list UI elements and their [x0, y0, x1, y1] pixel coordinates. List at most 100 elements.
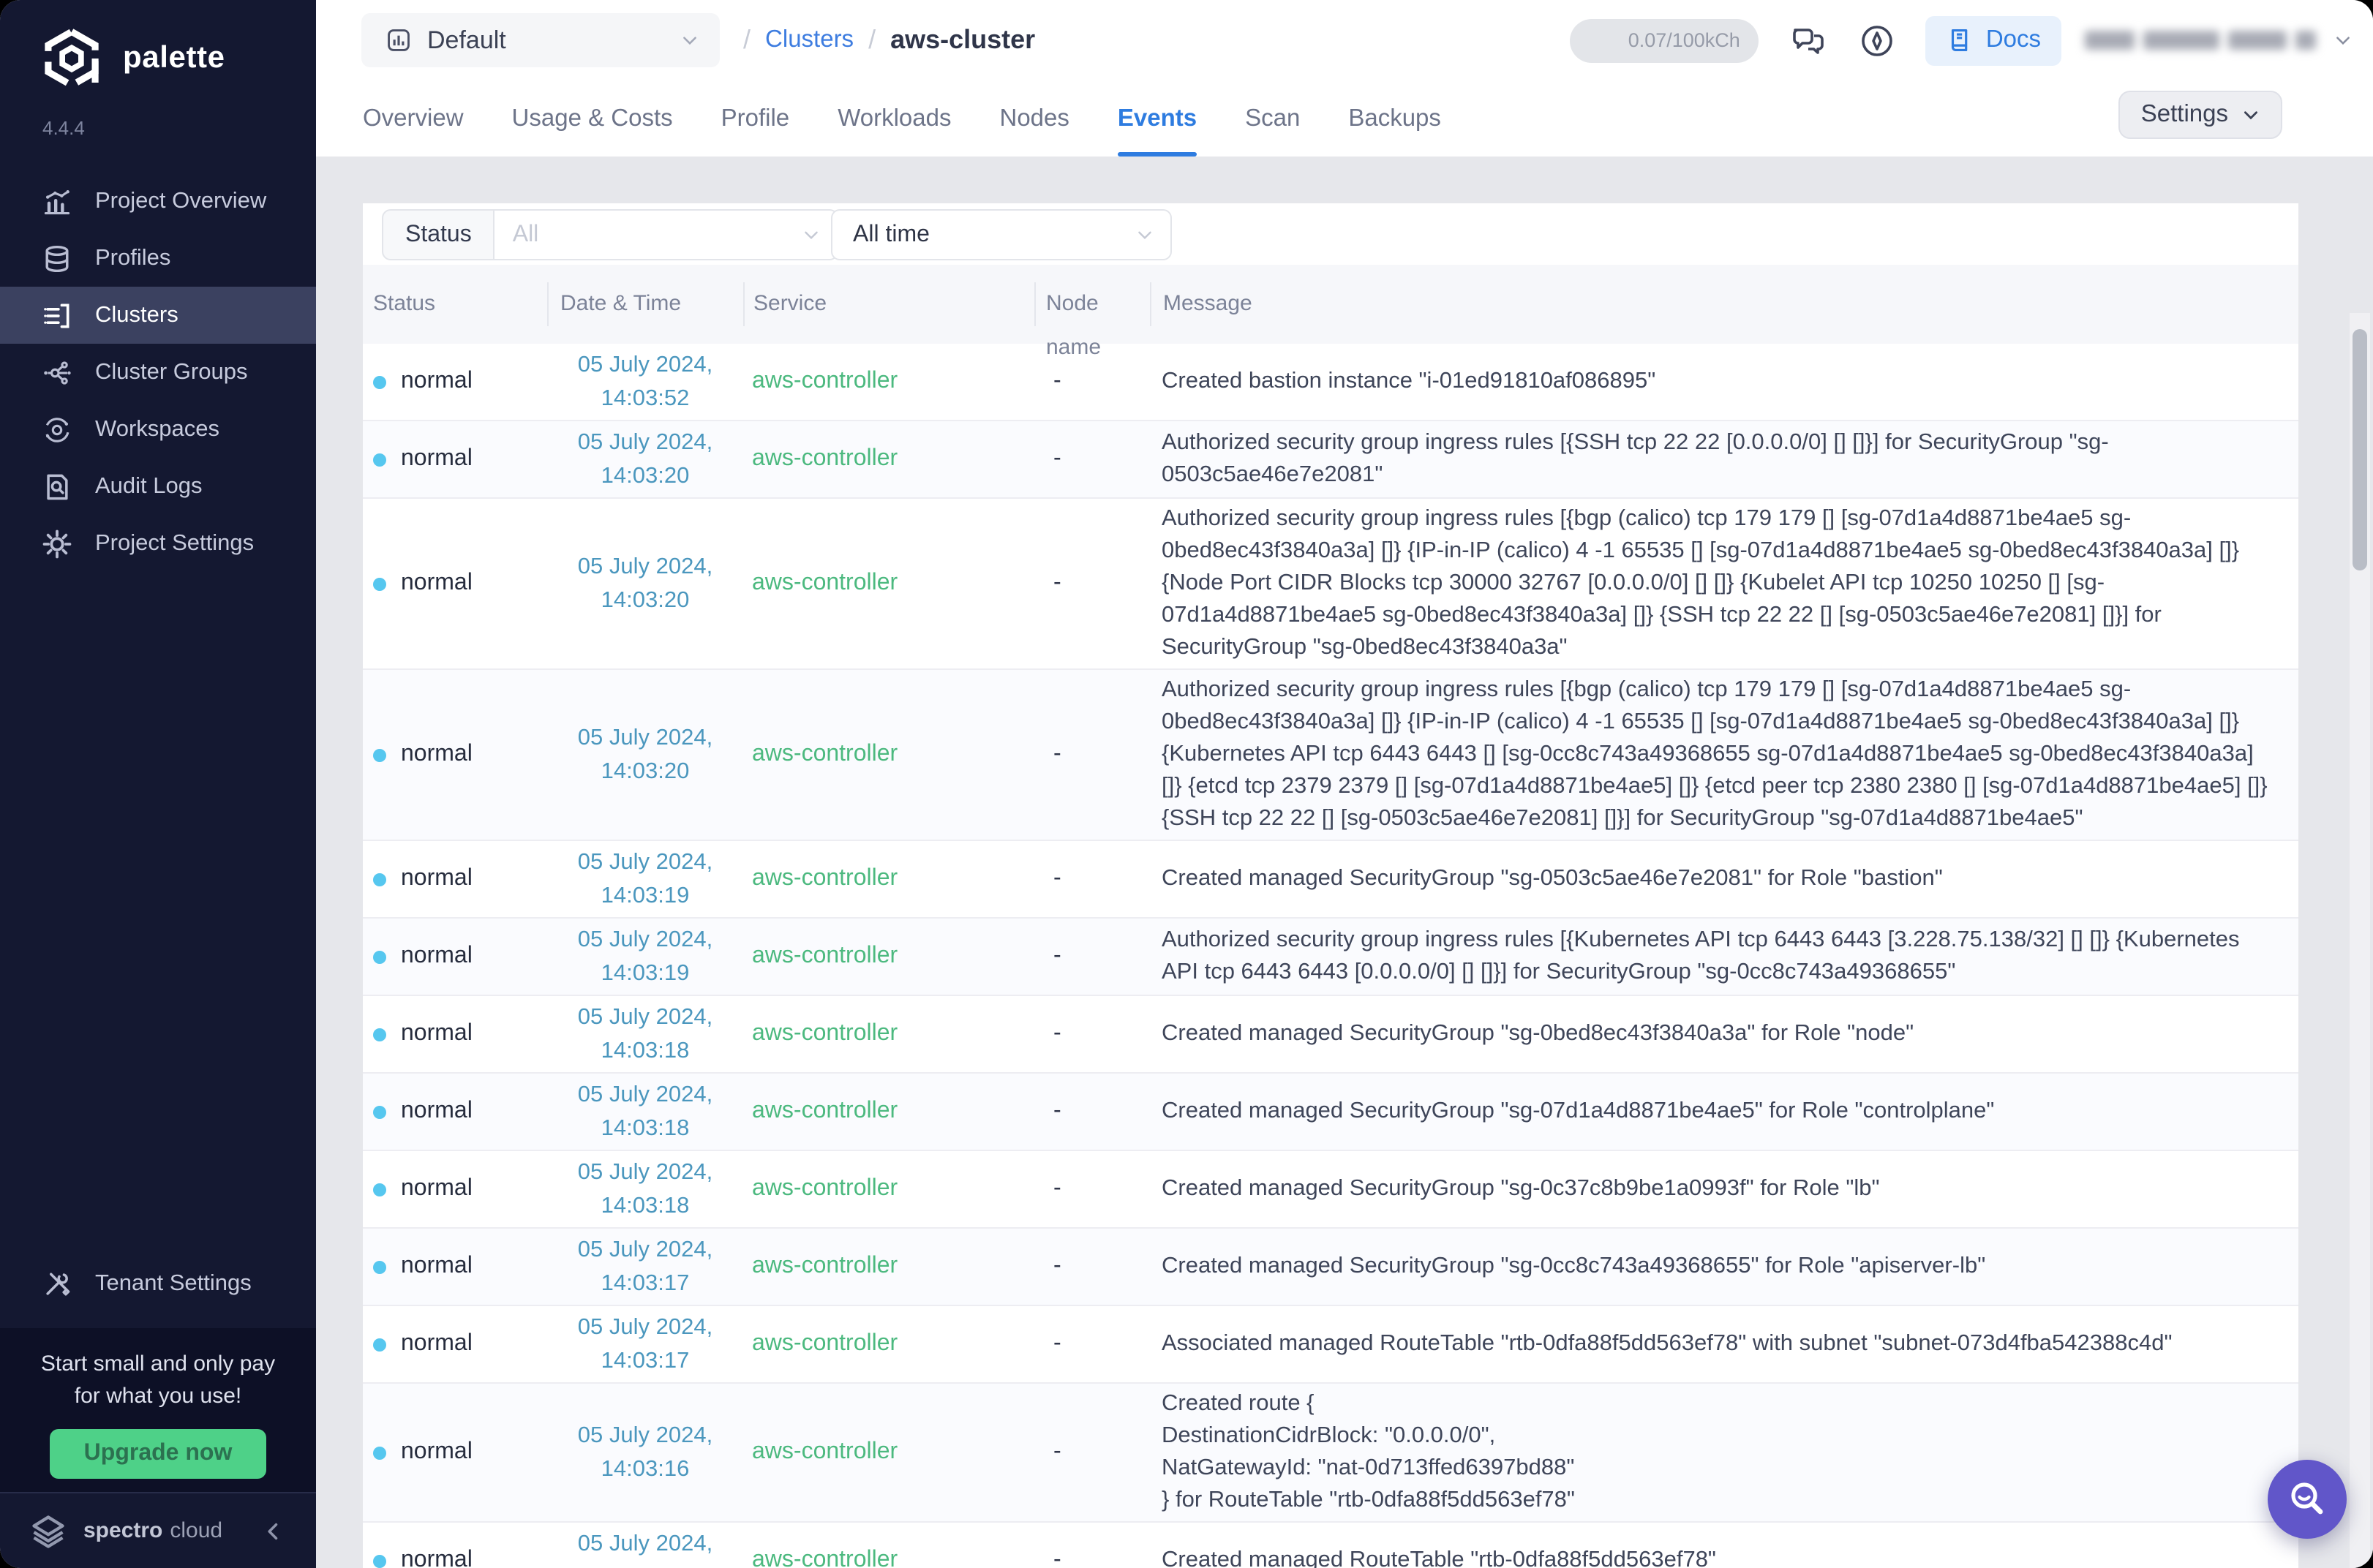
tab-backups[interactable]: Backups [1348, 80, 1441, 157]
sidebar-item-clusters[interactable]: Clusters [0, 287, 316, 344]
book-icon [1947, 26, 1974, 54]
sidebar-item-audit-logs[interactable]: Audit Logs [0, 458, 316, 515]
chat-icon[interactable] [1790, 21, 1828, 59]
date-time-cell: 05 July 2024, 14:03:17 [547, 1233, 743, 1300]
tab-overview[interactable]: Overview [363, 80, 464, 157]
tab-events[interactable]: Events [1118, 80, 1197, 157]
message-cell: Created managed SecurityGroup "sg-0c37c8… [1150, 1173, 2298, 1205]
message-cell: Authorized security group ingress rules … [1150, 503, 2298, 664]
message-cell: Created managed SecurityGroup "sg-07d1a4… [1150, 1096, 2298, 1128]
service-cell: aws-controller [743, 866, 1034, 892]
project-settings-icon [41, 527, 73, 559]
project-selector[interactable]: Default [361, 13, 720, 67]
message-cell: Authorized security group ingress rules … [1150, 924, 2298, 989]
app-version: 4.4.4 [42, 117, 85, 139]
service-cell: aws-controller [743, 1254, 1034, 1280]
sidebar-item-profiles[interactable]: Profiles [0, 230, 316, 287]
table-row: normal 05 July 2024, 14:03:17 aws-contro… [363, 1306, 2298, 1384]
message-cell: Created managed RouteTable "rtb-0dfa88f5… [1150, 1545, 2298, 1568]
time-range-select[interactable]: All time [831, 209, 1172, 260]
app: palette 4.4.4 Project Overview Profiles … [0, 0, 2373, 1568]
sidebar-collapse-icon[interactable] [263, 1520, 284, 1541]
project-overview-icon [41, 185, 73, 217]
scrollbar-thumb[interactable] [2353, 329, 2367, 570]
logo-text: palette [123, 41, 225, 76]
compass-icon[interactable] [1859, 21, 1897, 59]
tab-scan[interactable]: Scan [1245, 80, 1300, 157]
date-time-cell: 05 July 2024, 14:03:16 [547, 1527, 743, 1568]
status-value: normal [401, 1021, 473, 1047]
settings-button[interactable]: Settings [2119, 91, 2282, 139]
tab-workloads[interactable]: Workloads [838, 80, 951, 157]
message-cell: Authorized security group ingress rules … [1150, 427, 2298, 491]
table-row: normal 05 July 2024, 14:03:18 aws-contro… [363, 996, 2298, 1074]
status-value: normal [401, 866, 473, 892]
table-row: normal 05 July 2024, 14:03:19 aws-contro… [363, 919, 2298, 996]
tab-profile[interactable]: Profile [721, 80, 790, 157]
service-cell: aws-controller [743, 1098, 1034, 1125]
upsell-text: Start small and only pay for what you us… [0, 1349, 316, 1413]
node-name-cell: - [1034, 943, 1150, 970]
events-card: Status All time [363, 203, 2298, 1568]
table-row: normal 05 July 2024, 14:03:52 aws-contro… [363, 344, 2298, 421]
main-area: Default / Clusters / aws-cluster 0.07/10… [316, 0, 2373, 1568]
profiles-icon [41, 242, 73, 274]
message-cell: Created managed SecurityGroup "sg-0503c5… [1150, 863, 2298, 895]
status-filter-input[interactable] [513, 222, 761, 248]
date-time-cell: 05 July 2024, 14:03:16 [547, 1419, 743, 1486]
tab-nodes[interactable]: Nodes [1000, 80, 1069, 157]
sidebar-item-project-overview[interactable]: Project Overview [0, 173, 316, 230]
sidebar-nav: Project Overview Profiles Clusters Clust… [0, 173, 316, 572]
user-menu[interactable] [2085, 31, 2353, 50]
breadcrumb: / Clusters / aws-cluster [743, 25, 1035, 56]
column-header-date-time: Date & Time [547, 282, 743, 326]
sidebar-item-project-settings[interactable]: Project Settings [0, 515, 316, 572]
node-name-cell: - [1034, 446, 1150, 472]
message-cell: Created bastion instance "i-01ed91810af0… [1150, 366, 2298, 398]
palette-logo-icon [40, 26, 104, 91]
chevron-down-icon [2241, 105, 2260, 124]
service-cell: aws-controller [743, 742, 1034, 768]
top-header: Default / Clusters / aws-cluster 0.07/10… [316, 0, 2373, 80]
date-time-cell: 05 July 2024, 14:03:20 [547, 550, 743, 617]
status-value: normal [401, 742, 473, 768]
support-search-fab[interactable] [2268, 1460, 2347, 1539]
docs-button[interactable]: Docs [1926, 15, 2061, 65]
status-value: normal [401, 943, 473, 970]
status-dot-icon [373, 872, 386, 886]
message-cell: Associated managed RouteTable "rtb-0dfa8… [1150, 1328, 2298, 1360]
service-cell: aws-controller [743, 1331, 1034, 1357]
status-dot-icon [373, 1183, 386, 1196]
date-time-cell: 05 July 2024, 14:03:18 [547, 1078, 743, 1145]
column-header-service: Service [743, 282, 1034, 326]
tab-usage-costs[interactable]: Usage & Costs [512, 80, 673, 157]
sidebar-item-workspaces[interactable]: Workspaces [0, 401, 316, 458]
status-value: normal [401, 570, 473, 597]
message-cell: Created managed SecurityGroup "sg-0bed8e… [1150, 1018, 2298, 1050]
status-dot-icon [373, 1028, 386, 1041]
topbar-right: 0.07/100kCh [1571, 15, 2373, 65]
status-dot-icon [373, 375, 386, 388]
message-cell: Authorized security group ingress rules … [1150, 674, 2298, 835]
filters-bar: Status All time [363, 203, 2298, 265]
column-header-status: Status [363, 282, 547, 326]
breadcrumb-clusters-link[interactable]: Clusters [765, 26, 854, 54]
chevron-down-icon [680, 31, 699, 50]
service-cell: aws-controller [743, 1176, 1034, 1202]
date-time-cell: 05 July 2024, 14:03:20 [547, 721, 743, 788]
status-filter[interactable]: Status [382, 209, 839, 260]
scrollbar-track [2350, 313, 2370, 1568]
chevron-down-icon [1135, 225, 1154, 244]
node-name-cell: - [1034, 742, 1150, 768]
tab-list: Overview Usage & Costs Profile Workloads Nod… [363, 80, 1441, 157]
table-row: normal 05 July 2024, 14:03:17 aws-contro… [363, 1229, 2298, 1306]
table-row: normal 05 July 2024, 14:03:20 aws-contro… [363, 499, 2298, 670]
upgrade-now-button[interactable]: Upgrade now [50, 1429, 266, 1479]
events-table-body: normal 05 July 2024, 14:03:52 aws-contro… [363, 344, 2298, 1568]
sidebar-item-cluster-groups[interactable]: Cluster Groups [0, 344, 316, 401]
date-time-cell: 05 July 2024, 14:03:18 [547, 1156, 743, 1223]
palette-logo: palette [40, 26, 225, 91]
sidebar-item-tenant-settings[interactable]: Tenant Settings [0, 1255, 316, 1313]
status-value: normal [401, 446, 473, 472]
status-value: normal [401, 1254, 473, 1280]
